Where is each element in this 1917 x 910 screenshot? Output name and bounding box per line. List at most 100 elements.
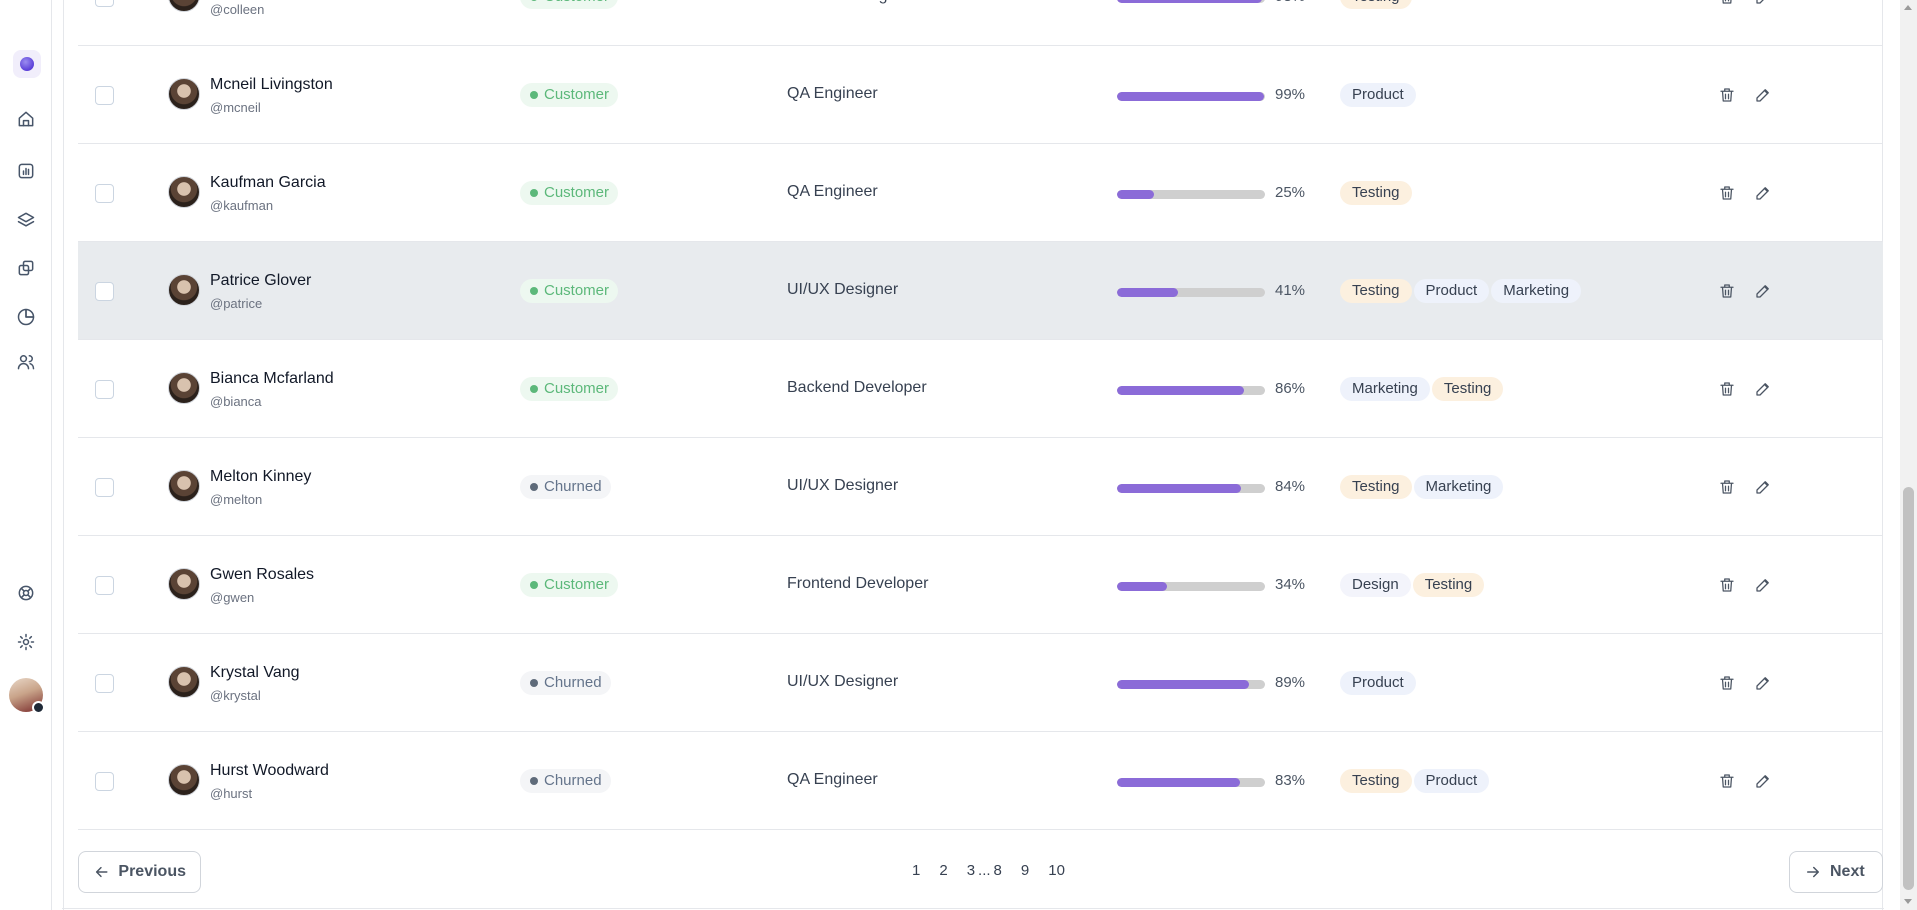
user-role: UI/UX Designer xyxy=(787,477,899,494)
status-badge: Customer xyxy=(520,279,619,303)
row-checkbox[interactable] xyxy=(95,380,114,399)
user-handle: @hurst xyxy=(210,786,253,801)
delete-icon[interactable] xyxy=(1716,672,1738,694)
table-row[interactable]: Bianca Mcfarland @bianca Customer Backen… xyxy=(78,340,1883,438)
row-checkbox[interactable] xyxy=(95,576,114,595)
status-badge: Customer xyxy=(520,573,619,597)
logo-mark xyxy=(20,57,34,71)
support-icon[interactable] xyxy=(14,581,38,605)
delete-icon[interactable] xyxy=(1716,0,1738,8)
delete-icon[interactable] xyxy=(1716,770,1738,792)
table-row[interactable]: Gwen Rosales @gwen Customer Frontend Dev… xyxy=(78,536,1883,634)
page-10[interactable]: 10 xyxy=(1048,862,1065,879)
progress-bar xyxy=(1117,288,1265,297)
status-badge: Customer xyxy=(520,181,619,205)
progress-fill xyxy=(1117,0,1263,3)
row-checkbox[interactable] xyxy=(95,86,114,105)
progress-percent: 25% xyxy=(1275,184,1306,201)
user-handle: @kaufman xyxy=(210,198,274,213)
edit-icon[interactable] xyxy=(1752,672,1774,694)
page-3[interactable]: 3 xyxy=(967,862,975,879)
team-tags: Testing Product xyxy=(1340,769,1490,793)
row-checkbox[interactable] xyxy=(95,674,114,693)
progress-fill xyxy=(1117,680,1249,689)
delete-icon[interactable] xyxy=(1716,182,1738,204)
scroll-thumb[interactable] xyxy=(1903,487,1914,890)
row-checkbox[interactable] xyxy=(95,772,114,791)
delete-icon[interactable] xyxy=(1716,476,1738,498)
delete-icon[interactable] xyxy=(1716,280,1738,302)
delete-icon[interactable] xyxy=(1716,574,1738,596)
scroll-down-icon[interactable] xyxy=(1904,899,1912,904)
team-tags: Product xyxy=(1340,671,1416,695)
edit-icon[interactable] xyxy=(1752,378,1774,400)
progress-bar xyxy=(1117,778,1265,787)
user-name: Bianca Mcfarland xyxy=(210,370,334,387)
table-row[interactable]: Melton Kinney @melton Churned UI/UX Desi… xyxy=(78,438,1883,536)
edit-icon[interactable] xyxy=(1752,574,1774,596)
user-role: UI/UX Designer xyxy=(787,281,899,298)
table-row[interactable]: @colleen Customer Product Designer 98% T… xyxy=(78,0,1883,46)
tag-marketing: Marketing xyxy=(1413,475,1504,499)
users-icon[interactable] xyxy=(14,350,38,374)
row-checkbox[interactable] xyxy=(95,0,114,7)
next-button[interactable]: Next xyxy=(1789,851,1883,893)
page-8[interactable]: 8 xyxy=(994,862,1002,879)
team-tags: Testing xyxy=(1340,181,1412,205)
team-tags: Testing Marketing xyxy=(1340,475,1504,499)
table-row[interactable]: Patrice Glover @patrice Customer UI/UX D… xyxy=(78,242,1883,340)
progress-percent: 34% xyxy=(1275,576,1306,593)
tag-testing: Testing xyxy=(1340,475,1412,499)
delete-icon[interactable] xyxy=(1716,84,1738,106)
edit-icon[interactable] xyxy=(1752,280,1774,302)
page-9[interactable]: 9 xyxy=(1021,862,1029,879)
status-badge: Churned xyxy=(520,769,611,793)
table-row[interactable]: Kaufman Garcia @kaufman Customer QA Engi… xyxy=(78,144,1883,242)
user-name: Melton Kinney xyxy=(210,468,312,485)
table-row[interactable]: Hurst Woodward @hurst Churned QA Enginee… xyxy=(78,732,1883,830)
settings-icon[interactable] xyxy=(14,630,38,654)
copy-icon[interactable] xyxy=(14,256,38,280)
table-row[interactable]: Mcneil Livingston @mcneil Customer QA En… xyxy=(78,46,1883,144)
chart-icon[interactable] xyxy=(14,159,38,183)
tag-product: Product xyxy=(1413,769,1490,793)
edit-icon[interactable] xyxy=(1752,182,1774,204)
edit-icon[interactable] xyxy=(1752,770,1774,792)
layers-icon[interactable] xyxy=(14,208,38,232)
user-avatar[interactable] xyxy=(9,678,45,714)
status-badge: Churned xyxy=(520,671,611,695)
progress-fill xyxy=(1117,484,1242,493)
page-2[interactable]: 2 xyxy=(939,862,947,879)
previous-button[interactable]: Previous xyxy=(78,851,201,893)
page-1[interactable]: 1 xyxy=(912,862,920,879)
user-role: QA Engineer xyxy=(787,771,878,788)
user-name: Mcneil Livingston xyxy=(210,76,333,93)
user-handle: @bianca xyxy=(210,394,262,409)
home-icon[interactable] xyxy=(14,107,38,131)
avatar xyxy=(168,666,200,698)
avatar xyxy=(168,470,200,502)
row-checkbox[interactable] xyxy=(95,184,114,203)
row-checkbox[interactable] xyxy=(95,478,114,497)
page-ellipsis: ... xyxy=(978,862,991,879)
table-row[interactable]: Krystal Vang @krystal Churned UI/UX Desi… xyxy=(78,634,1883,732)
edit-icon[interactable] xyxy=(1752,0,1774,8)
user-name: Hurst Woodward xyxy=(210,762,329,779)
user-role: Backend Developer xyxy=(787,379,927,396)
sidebar xyxy=(0,0,52,910)
edit-icon[interactable] xyxy=(1752,476,1774,498)
delete-icon[interactable] xyxy=(1716,378,1738,400)
user-role: Frontend Developer xyxy=(787,575,929,592)
scrollbar[interactable] xyxy=(1900,0,1917,910)
avatar xyxy=(168,764,200,796)
row-checkbox[interactable] xyxy=(95,282,114,301)
progress-fill xyxy=(1117,386,1245,395)
status-badge: Customer xyxy=(520,83,619,107)
logo[interactable] xyxy=(13,50,41,78)
user-handle: @melton xyxy=(210,492,263,507)
progress-percent: 99% xyxy=(1275,86,1306,103)
scroll-up-icon[interactable] xyxy=(1904,5,1912,10)
pie-chart-icon[interactable] xyxy=(14,305,38,329)
user-name: Gwen Rosales xyxy=(210,566,315,583)
edit-icon[interactable] xyxy=(1752,84,1774,106)
